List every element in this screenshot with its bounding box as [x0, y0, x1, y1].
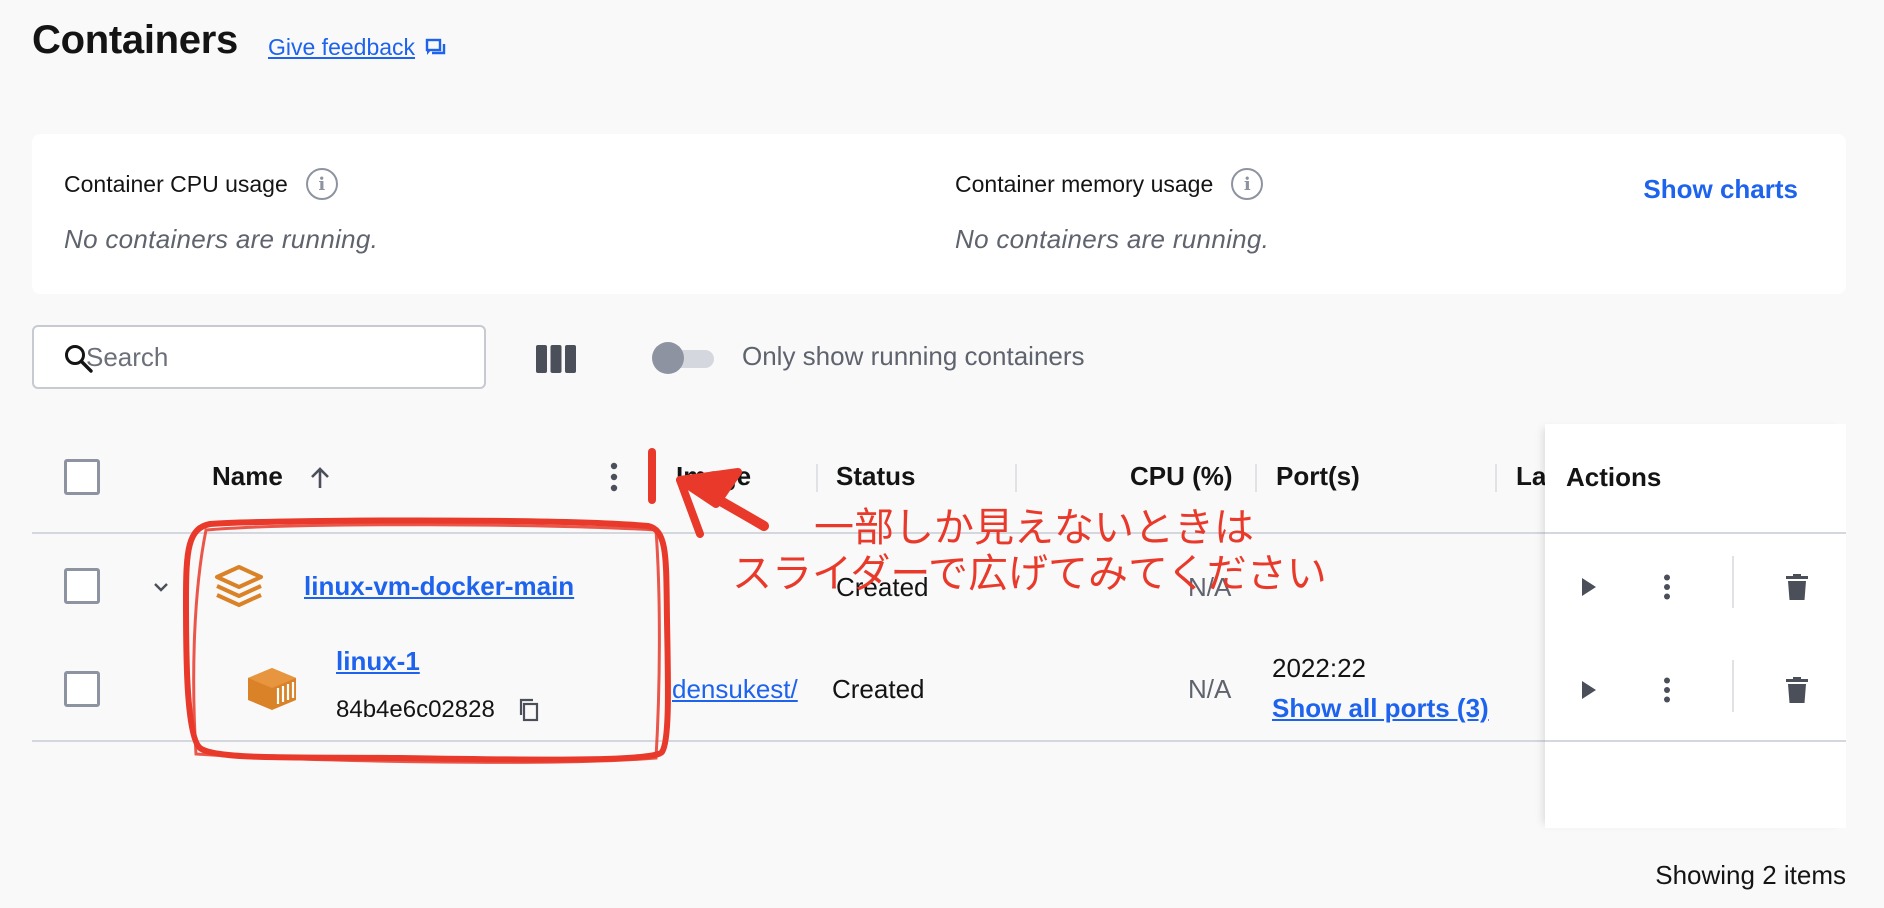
- annotation-highlight-box: [183, 517, 671, 763]
- annotation-highlight-box-outline: [192, 523, 661, 764]
- annotation-text-line1: 一部しか見えないときは: [814, 505, 1254, 551]
- annotation-overlay: [183, 448, 769, 764]
- annotation-text-line2: スライダーで広げてみてください: [732, 551, 1327, 597]
